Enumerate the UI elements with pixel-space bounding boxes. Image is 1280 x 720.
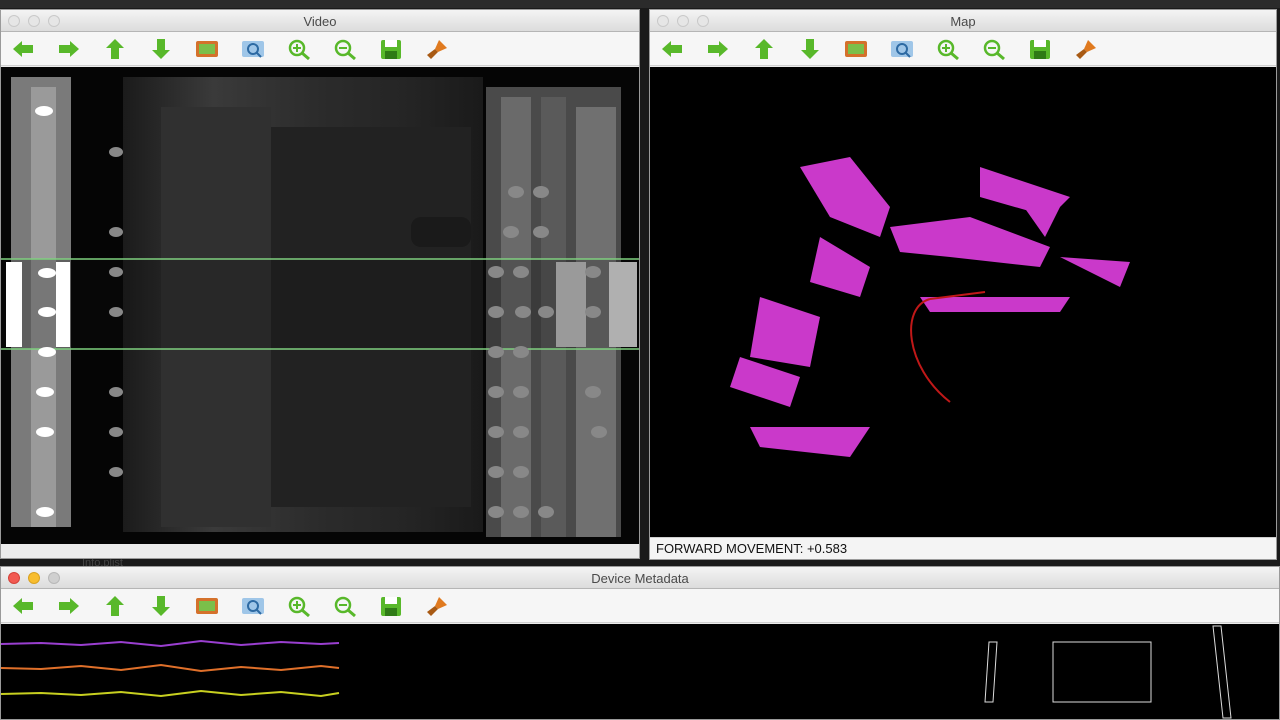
map-canvas — [650, 67, 1276, 537]
save-icon[interactable] — [379, 38, 403, 60]
clear-icon[interactable] — [425, 595, 449, 617]
arrow-down-icon[interactable] — [149, 38, 173, 60]
save-icon[interactable] — [1028, 38, 1052, 60]
arrow-up-icon[interactable] — [752, 38, 776, 60]
clear-icon[interactable] — [1074, 38, 1098, 60]
zoom-out-icon[interactable] — [982, 38, 1006, 61]
status-bar: FORWARD MOVEMENT: +0.583 — [650, 537, 1276, 559]
arrow-down-icon[interactable] — [149, 595, 173, 617]
image-view-icon[interactable] — [844, 38, 868, 60]
arrow-right-icon[interactable] — [706, 38, 730, 60]
arrow-up-icon[interactable] — [103, 38, 127, 60]
depth-image — [1, 67, 639, 544]
window-title: Video — [303, 14, 337, 29]
zoom-in-icon[interactable] — [287, 38, 311, 61]
image-view-icon[interactable] — [195, 38, 219, 60]
metadata-toolbar — [1, 589, 1279, 623]
point-cloud-map — [650, 67, 1276, 537]
arrow-right-icon[interactable] — [57, 595, 81, 617]
image-view-icon[interactable] — [195, 595, 219, 617]
arrow-down-icon[interactable] — [798, 38, 822, 60]
video-toolbar — [1, 32, 639, 66]
arrow-left-icon[interactable] — [11, 595, 35, 617]
video-titlebar[interactable]: Video — [1, 10, 639, 32]
metadata-graphs — [1, 624, 1279, 719]
depth-video-canvas — [1, 67, 639, 544]
map-titlebar[interactable]: Map — [650, 10, 1276, 32]
fit-view-icon[interactable] — [890, 38, 914, 60]
video-window: Video — [0, 9, 640, 559]
map-window: Map FORWARD MOVEMENT: +0.583 — [649, 9, 1277, 560]
metadata-titlebar[interactable]: Device Metadata — [1, 567, 1279, 589]
zoom-in-icon[interactable] — [287, 595, 311, 618]
clear-icon[interactable] — [425, 38, 449, 60]
arrow-up-icon[interactable] — [103, 595, 127, 617]
metadata-canvas — [1, 624, 1279, 719]
window-title: Device Metadata — [591, 571, 689, 586]
zoom-out-icon[interactable] — [333, 38, 357, 61]
window-title: Map — [950, 14, 976, 29]
save-icon[interactable] — [379, 595, 403, 617]
arrow-left-icon[interactable] — [660, 38, 684, 60]
arrow-right-icon[interactable] — [57, 38, 81, 60]
zoom-in-icon[interactable] — [936, 38, 960, 61]
device-metadata-window: Device Metadata — [0, 566, 1280, 720]
zoom-out-icon[interactable] — [333, 595, 357, 618]
arrow-left-icon[interactable] — [11, 38, 35, 60]
fit-view-icon[interactable] — [241, 595, 265, 617]
desktop-menubar-strip — [0, 0, 1280, 8]
fit-view-icon[interactable] — [241, 38, 265, 60]
map-toolbar — [650, 32, 1276, 66]
